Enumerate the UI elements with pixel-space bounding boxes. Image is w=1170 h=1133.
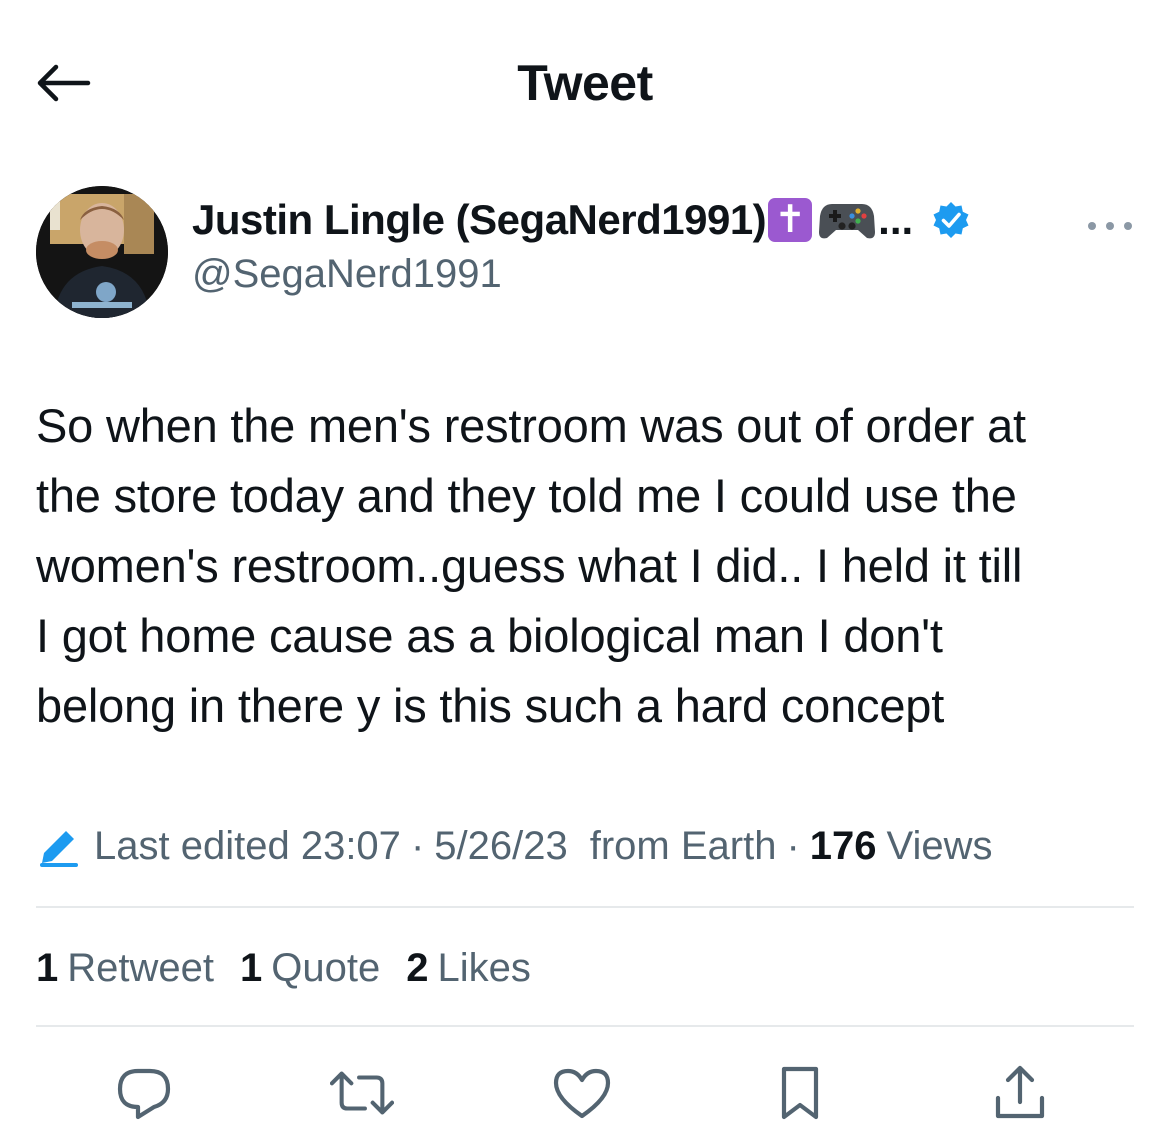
heart-icon (553, 1068, 611, 1119)
retweets-stat[interactable]: 1 Retweet (36, 946, 214, 991)
quote-label: Quote (271, 945, 381, 990)
reply-icon (117, 1068, 171, 1120)
retweet-button[interactable] (330, 1061, 394, 1125)
more-options-icon (1088, 222, 1132, 230)
quote-count: 1 (240, 945, 263, 990)
like-count: 2 (406, 945, 429, 990)
tweet-text: So when the men's restroom was out of or… (36, 391, 1136, 741)
quotes-stat[interactable]: 1 Quote (240, 946, 380, 991)
retweet-icon (330, 1071, 394, 1115)
profile-photo (36, 186, 168, 318)
tweet-text-line: I got home cause as a biological man I d… (36, 609, 943, 662)
action-bar (0, 1055, 1170, 1133)
verified-badge-icon (931, 200, 971, 240)
last-edited-label: Last edited (94, 823, 290, 868)
tweet-time: 23:07 (300, 823, 401, 868)
share-button[interactable] (988, 1061, 1052, 1125)
last-edited-link[interactable]: Last edited 23:07 (94, 824, 401, 869)
views-label: Views (886, 823, 993, 868)
user-handle[interactable]: @SegaNerd1991 (192, 252, 502, 297)
meta-separator: · (786, 823, 800, 868)
name-truncation: ... (878, 196, 914, 243)
retweet-count: 1 (36, 945, 59, 990)
views-count: 176 (809, 823, 877, 868)
like-label: Likes (437, 945, 531, 990)
tweet-source: from Earth (589, 823, 777, 868)
top-nav-bar: Tweet (0, 0, 1170, 170)
engagement-stats: 1 Retweet 1 Quote 2 Likes (36, 940, 557, 996)
bookmark-icon (781, 1066, 819, 1120)
like-button[interactable] (550, 1061, 614, 1125)
tweet-text-line: belong in there y is this such a hard co… (36, 679, 945, 732)
divider (36, 906, 1134, 908)
share-icon (995, 1065, 1045, 1119)
tweet-text-line: So when the men's restroom was out of or… (36, 399, 1026, 452)
more-options-button[interactable] (1084, 206, 1136, 246)
tweet-date[interactable]: 5/26/23 (434, 824, 567, 869)
reply-button[interactable] (112, 1061, 176, 1125)
tweet-text-line: women's restroom..guess what I did.. I h… (36, 539, 1023, 592)
display-name-row[interactable]: Justin Lingle (SegaNerd1991) ✝ ... (192, 194, 971, 246)
edit-pencil-icon (36, 823, 82, 869)
tweet-author: Justin Lingle (SegaNerd1991) ✝ ... @Sega… (36, 186, 1136, 320)
page-title: Tweet (517, 55, 653, 111)
display-name: Justin Lingle (SegaNerd1991) (192, 196, 767, 243)
bookmark-button[interactable] (768, 1061, 832, 1125)
avatar[interactable] (36, 186, 168, 318)
likes-stat[interactable]: 2 Likes (406, 946, 531, 991)
tweet-meta: Last edited 23:07 · 5/26/23 from Earth ·… (36, 818, 993, 874)
retweet-label: Retweet (67, 945, 214, 990)
tweet-text-line: the store today and they told me I could… (36, 469, 1017, 522)
meta-separator: · (410, 823, 425, 868)
divider (36, 1025, 1134, 1027)
video-game-controller-icon (818, 198, 876, 242)
latin-cross-emoji: ✝ (768, 198, 813, 242)
